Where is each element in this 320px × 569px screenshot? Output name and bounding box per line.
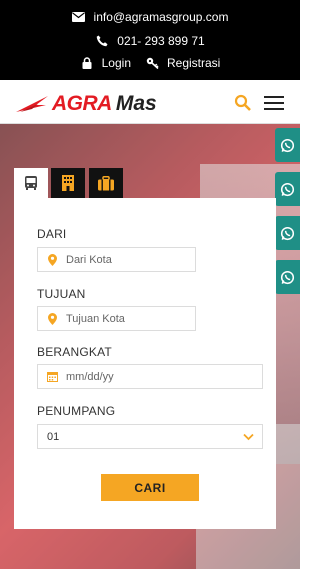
whatsapp-button-4[interactable] — [275, 260, 300, 294]
search-icon — [234, 94, 251, 111]
auth-row: Login Registrasi — [0, 56, 300, 70]
to-label: TUJUAN — [37, 287, 86, 301]
whatsapp-icon — [280, 182, 295, 196]
whatsapp-icon — [280, 138, 295, 152]
search-submit-button[interactable]: CARI — [101, 474, 199, 501]
site-header: AGRA Mas — [0, 80, 300, 124]
calendar-icon — [38, 371, 66, 382]
from-label: DARI — [37, 227, 67, 241]
to-city-placeholder: Tujuan Kota — [66, 312, 125, 325]
to-city-field[interactable]: Tujuan Kota — [37, 306, 196, 331]
whatsapp-icon — [280, 226, 295, 240]
lock-icon — [80, 56, 94, 70]
whatsapp-button-3[interactable] — [275, 216, 300, 250]
logo-mas-text: Mas — [115, 92, 157, 115]
passenger-value: 01 — [47, 430, 60, 443]
key-icon — [145, 56, 159, 70]
from-city-placeholder: Dari Kota — [66, 253, 112, 266]
top-contact-bar: info@agramasgroup.com 021- 293 899 71 Lo… — [0, 0, 300, 80]
email-text[interactable]: info@agramasgroup.com — [94, 10, 229, 24]
passenger-label: PENUMPANG — [37, 404, 116, 418]
phone-row[interactable]: 021- 293 899 71 — [0, 34, 300, 48]
envelope-icon — [72, 10, 86, 24]
phone-icon — [95, 34, 109, 48]
whatsapp-icon — [280, 270, 295, 284]
login-link[interactable]: Login — [102, 56, 131, 70]
passenger-select[interactable]: 01 — [37, 424, 263, 449]
tab-bus[interactable] — [14, 168, 48, 198]
logo-agra-text: AGRA — [52, 92, 112, 115]
email-row[interactable]: info@agramasgroup.com — [0, 10, 300, 24]
tab-luggage[interactable] — [89, 168, 123, 198]
depart-label: BERANGKAT — [37, 345, 112, 359]
search-button[interactable] — [234, 94, 252, 112]
depart-date-field[interactable]: mm/dd/yy — [37, 364, 263, 389]
logo-swoosh-icon — [16, 96, 48, 112]
hamburger-menu-button[interactable] — [264, 96, 284, 110]
phone-text[interactable]: 021- 293 899 71 — [117, 34, 204, 48]
bus-icon — [25, 176, 37, 190]
map-pin-icon — [38, 312, 66, 325]
whatsapp-button-1[interactable] — [275, 128, 300, 162]
brand-logo[interactable]: AGRA Mas — [16, 92, 157, 116]
register-link[interactable]: Registrasi — [167, 56, 220, 70]
hotel-icon — [62, 175, 74, 191]
whatsapp-button-2[interactable] — [275, 172, 300, 206]
luggage-icon — [98, 175, 114, 190]
tab-hotel[interactable] — [51, 168, 85, 198]
hamburger-icon — [264, 96, 284, 98]
map-pin-icon — [38, 253, 66, 266]
chevron-down-icon — [243, 431, 254, 445]
depart-date-placeholder: mm/dd/yy — [66, 370, 114, 383]
from-city-field[interactable]: Dari Kota — [37, 247, 196, 272]
